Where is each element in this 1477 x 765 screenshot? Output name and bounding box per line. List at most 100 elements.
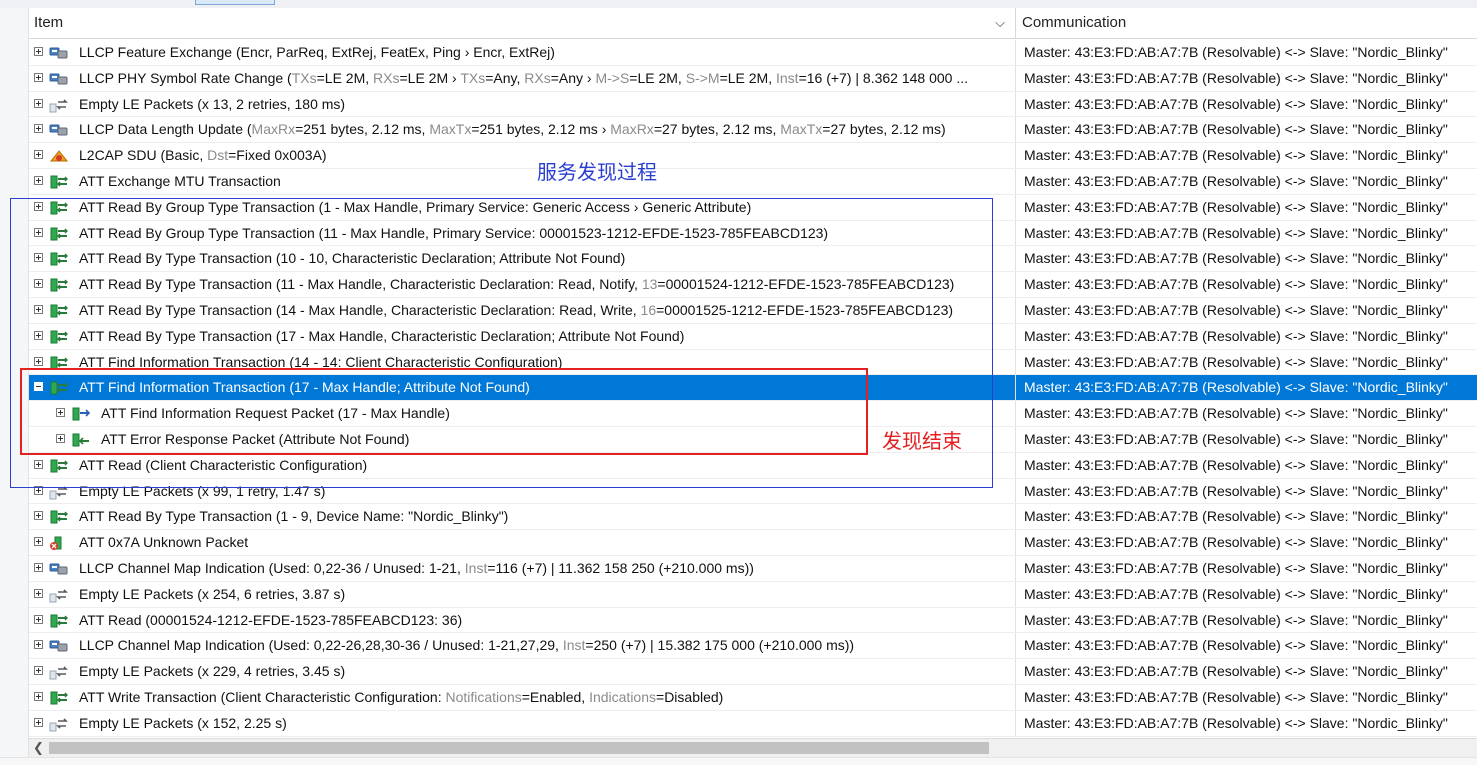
- communication-cell[interactable]: Master: 43:E3:FD:AB:A7:7B (Resolvable) <…: [1017, 582, 1477, 607]
- item-column-header[interactable]: Item ⌵: [29, 8, 1016, 38]
- expand-icon[interactable]: [34, 304, 43, 314]
- communication-cell[interactable]: Master: 43:E3:FD:AB:A7:7B (Resolvable) <…: [1017, 246, 1477, 271]
- table-row[interactable]: ATT Find Information Transaction (17 - M…: [29, 375, 1477, 402]
- item-cell[interactable]: ATT Read By Type Transaction (14 - Max H…: [29, 297, 1016, 323]
- item-cell[interactable]: ATT Read By Type Transaction (1 - 9, Dev…: [29, 504, 1016, 530]
- communication-cell[interactable]: Master: 43:E3:FD:AB:A7:7B (Resolvable) <…: [1017, 608, 1477, 633]
- item-cell[interactable]: ATT Exchange MTU Transaction: [29, 168, 1016, 194]
- item-cell[interactable]: LLCP Channel Map Indication (Used: 0,22-…: [29, 555, 1016, 581]
- communication-cell[interactable]: Master: 43:E3:FD:AB:A7:7B (Resolvable) <…: [1017, 92, 1477, 117]
- table-row[interactable]: LLCP Feature Exchange (Encr, ParReq, Ext…: [29, 40, 1477, 66]
- item-cell[interactable]: LLCP Feature Exchange (Encr, ParReq, Ext…: [29, 40, 1016, 65]
- communication-cell[interactable]: Master: 43:E3:FD:AB:A7:7B (Resolvable) <…: [1017, 453, 1477, 478]
- item-cell[interactable]: ATT Read By Type Transaction (17 - Max H…: [29, 323, 1016, 349]
- table-row[interactable]: ATT Find Information Request Packet (17 …: [29, 401, 1477, 427]
- communication-cell[interactable]: Master: 43:E3:FD:AB:A7:7B (Resolvable) <…: [1017, 633, 1477, 658]
- item-cell[interactable]: LLCP PHY Symbol Rate Change (TXs=LE 2M, …: [29, 65, 1016, 91]
- item-cell[interactable]: Empty LE Packets (x 152, 2.25 s): [29, 710, 1016, 736]
- communication-cell[interactable]: Master: 43:E3:FD:AB:A7:7B (Resolvable) <…: [1017, 272, 1477, 297]
- expand-icon[interactable]: [34, 201, 43, 211]
- communication-cell[interactable]: Master: 43:E3:FD:AB:A7:7B (Resolvable) <…: [1017, 66, 1477, 91]
- scroll-left-icon[interactable]: ❮: [33, 739, 44, 757]
- expand-icon[interactable]: [34, 175, 43, 185]
- expand-icon[interactable]: [34, 356, 43, 366]
- expand-icon[interactable]: [34, 511, 43, 521]
- item-cell[interactable]: ATT Read (Client Characteristic Configur…: [29, 452, 1016, 478]
- table-row[interactable]: ATT Read By Group Type Transaction (11 -…: [29, 220, 1477, 247]
- table-row[interactable]: Empty LE Packets (x 152, 2.25 s) Master: …: [29, 710, 1477, 737]
- table-row[interactable]: Empty LE Packets (x 229, 4 retries, 3.45…: [29, 659, 1477, 685]
- communication-cell[interactable]: Master: 43:E3:FD:AB:A7:7B (Resolvable) <…: [1017, 504, 1477, 529]
- item-cell[interactable]: ATT Find Information Request Packet (17 …: [29, 401, 1016, 426]
- expand-icon[interactable]: [34, 485, 43, 495]
- expand-icon[interactable]: [34, 640, 43, 650]
- chevron-down-icon[interactable]: ⌵: [995, 8, 1005, 38]
- item-cell[interactable]: Empty LE Packets (x 229, 4 retries, 3.45…: [29, 659, 1016, 684]
- horizontal-scrollbar[interactable]: ❮: [29, 738, 1477, 757]
- expand-icon[interactable]: [34, 253, 43, 263]
- communication-cell[interactable]: Master: 43:E3:FD:AB:A7:7B (Resolvable) <…: [1017, 685, 1477, 710]
- communication-cell[interactable]: Master: 43:E3:FD:AB:A7:7B (Resolvable) <…: [1017, 221, 1477, 246]
- item-cell[interactable]: LLCP Data Length Update (MaxRx=251 bytes…: [29, 117, 1016, 143]
- table-row[interactable]: ATT 0x7A Unknown Packet Master: 43:E3:FD:…: [29, 530, 1477, 556]
- item-cell[interactable]: Empty LE Packets (x 13, 2 retries, 180 m…: [29, 91, 1016, 117]
- expand-icon[interactable]: [34, 614, 43, 624]
- expand-icon[interactable]: [34, 47, 43, 56]
- expand-icon[interactable]: [34, 330, 43, 340]
- table-row[interactable]: ATT Exchange MTU Transaction Master: 43:E…: [29, 168, 1477, 195]
- expand-icon[interactable]: [34, 717, 43, 727]
- expand-icon[interactable]: [34, 459, 43, 469]
- item-cell[interactable]: ATT Read By Type Transaction (10 - 10, C…: [29, 246, 1016, 272]
- communication-cell[interactable]: Master: 43:E3:FD:AB:A7:7B (Resolvable) <…: [1017, 427, 1477, 452]
- table-row[interactable]: L2CAP SDU (Basic, Dst=Fixed 0x003A) Maste…: [29, 143, 1477, 169]
- expand-icon[interactable]: [34, 666, 43, 676]
- expand-icon[interactable]: [34, 98, 43, 108]
- communication-cell[interactable]: Master: 43:E3:FD:AB:A7:7B (Resolvable) <…: [1017, 479, 1477, 504]
- table-row[interactable]: ATT Read By Type Transaction (10 - 10, C…: [29, 246, 1477, 273]
- communication-cell[interactable]: Master: 43:E3:FD:AB:A7:7B (Resolvable) <…: [1017, 40, 1477, 65]
- table-row[interactable]: ATT Read By Group Type Transaction (1 - …: [29, 194, 1477, 221]
- communication-cell[interactable]: Master: 43:E3:FD:AB:A7:7B (Resolvable) <…: [1017, 117, 1477, 142]
- table-row[interactable]: ATT Read By Type Transaction (1 - 9, Dev…: [29, 504, 1477, 531]
- expand-icon[interactable]: [56, 408, 65, 418]
- expand-icon[interactable]: [34, 279, 43, 289]
- table-row[interactable]: LLCP Channel Map Indication (Used: 0,22-…: [29, 633, 1477, 660]
- expand-icon[interactable]: [34, 537, 43, 547]
- item-cell[interactable]: ATT Read (00001524-1212-EFDE-1523-785FEA…: [29, 607, 1016, 633]
- communication-cell[interactable]: Master: 43:E3:FD:AB:A7:7B (Resolvable) <…: [1017, 298, 1477, 323]
- table-row[interactable]: ATT Read (00001524-1212-EFDE-1523-785FEA…: [29, 607, 1477, 634]
- communication-cell[interactable]: Master: 43:E3:FD:AB:A7:7B (Resolvable) <…: [1017, 324, 1477, 349]
- table-row[interactable]: ATT Read (Client Characteristic Configur…: [29, 452, 1477, 479]
- expand-icon[interactable]: [34, 588, 43, 598]
- table-row[interactable]: LLCP Channel Map Indication (Used: 0,22-…: [29, 555, 1477, 582]
- active-tab-marker[interactable]: [195, 0, 275, 5]
- communication-cell[interactable]: Master: 43:E3:FD:AB:A7:7B (Resolvable) <…: [1017, 195, 1477, 220]
- table-row[interactable]: ATT Error Response Packet (Attribute Not…: [29, 426, 1477, 453]
- item-cell[interactable]: Empty LE Packets (x 99, 1 retry, 1.47 s): [29, 478, 1016, 504]
- item-cell[interactable]: ATT Error Response Packet (Attribute Not…: [29, 426, 1016, 452]
- expand-icon[interactable]: [34, 227, 43, 237]
- table-row[interactable]: Empty LE Packets (x 254, 6 retries, 3.87…: [29, 581, 1477, 608]
- collapse-icon[interactable]: [34, 382, 43, 392]
- table-row[interactable]: ATT Read By Type Transaction (17 - Max H…: [29, 323, 1477, 350]
- table-row[interactable]: LLCP Data Length Update (MaxRx=251 bytes…: [29, 117, 1477, 144]
- item-cell[interactable]: ATT Write Transaction (Client Characteri…: [29, 684, 1016, 710]
- communication-cell[interactable]: Master: 43:E3:FD:AB:A7:7B (Resolvable) <…: [1017, 556, 1477, 581]
- item-cell[interactable]: L2CAP SDU (Basic, Dst=Fixed 0x003A): [29, 143, 1016, 168]
- communication-cell[interactable]: Master: 43:E3:FD:AB:A7:7B (Resolvable) <…: [1017, 659, 1477, 684]
- table-row[interactable]: ATT Find Information Transaction (14 - 1…: [29, 349, 1477, 376]
- table-row[interactable]: LLCP PHY Symbol Rate Change (TXs=LE 2M, …: [29, 65, 1477, 92]
- communication-cell[interactable]: Master: 43:E3:FD:AB:A7:7B (Resolvable) <…: [1017, 169, 1477, 194]
- communication-cell[interactable]: Master: 43:E3:FD:AB:A7:7B (Resolvable) <…: [1017, 350, 1477, 375]
- item-cell[interactable]: ATT Read By Type Transaction (11 - Max H…: [29, 272, 1016, 297]
- item-cell[interactable]: ATT Read By Group Type Transaction (11 -…: [29, 220, 1016, 246]
- communication-cell[interactable]: Master: 43:E3:FD:AB:A7:7B (Resolvable) <…: [1017, 401, 1477, 426]
- item-cell[interactable]: LLCP Channel Map Indication (Used: 0,22-…: [29, 633, 1016, 659]
- communication-cell[interactable]: Master: 43:E3:FD:AB:A7:7B (Resolvable) <…: [1017, 375, 1477, 400]
- expand-icon[interactable]: [34, 562, 43, 572]
- communication-column-header[interactable]: Communication: [1017, 8, 1477, 38]
- item-cell[interactable]: ATT Read By Group Type Transaction (1 - …: [29, 194, 1016, 220]
- item-cell[interactable]: ATT Find Information Transaction (17 - M…: [29, 375, 1016, 401]
- table-row[interactable]: Empty LE Packets (x 13, 2 retries, 180 m…: [29, 91, 1477, 118]
- item-cell[interactable]: Empty LE Packets (x 254, 6 retries, 3.87…: [29, 581, 1016, 607]
